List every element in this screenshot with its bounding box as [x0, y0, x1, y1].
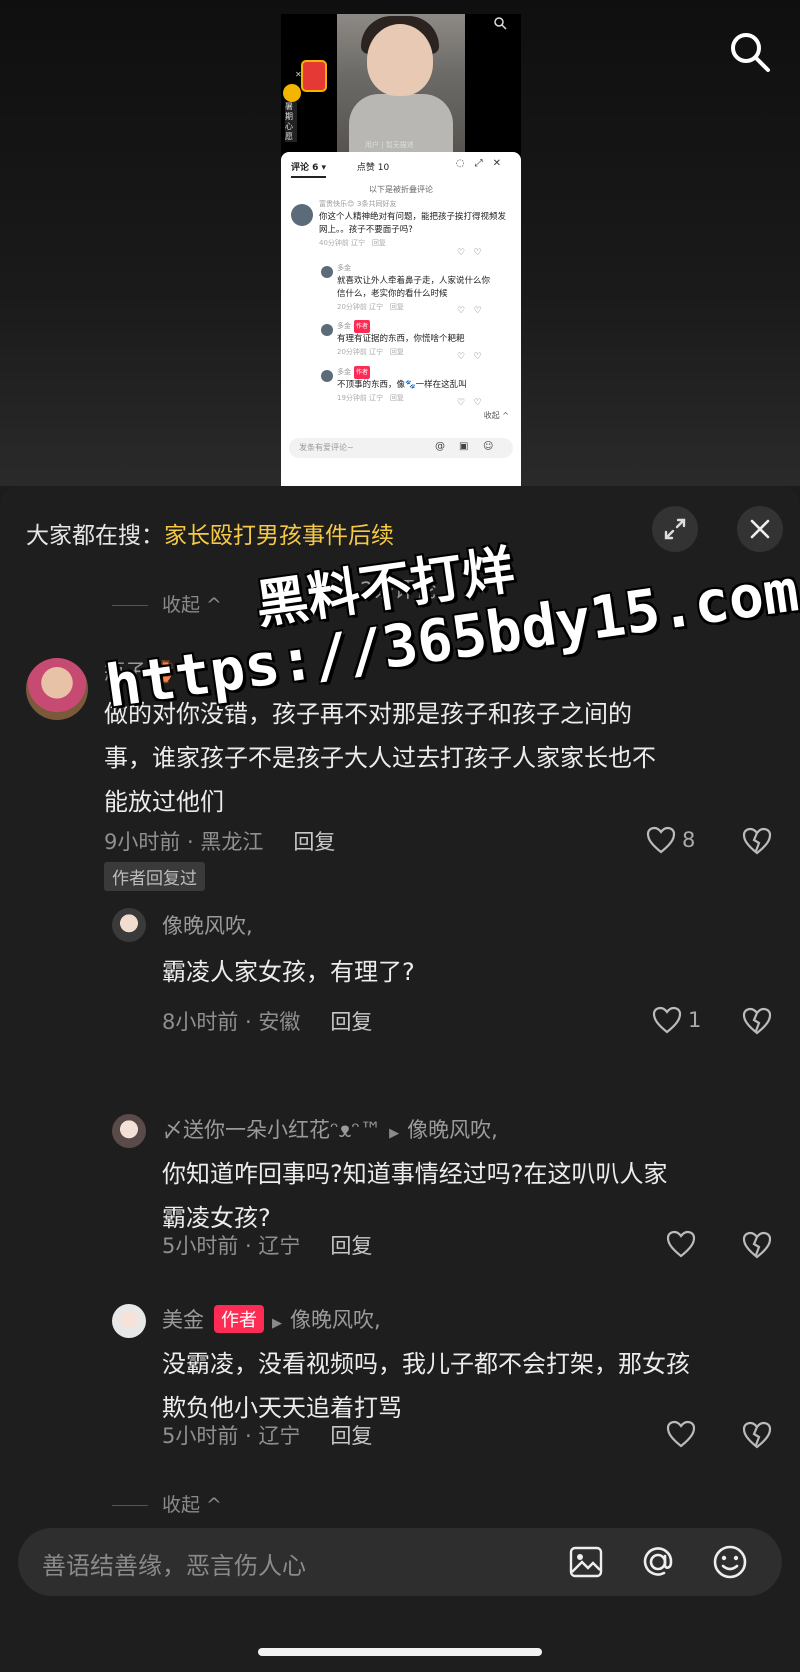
comment-text: 没霸凌，没看视频吗，我儿子都不会打架，那女孩 欺负他小天天追着打骂: [162, 1350, 690, 1422]
avatar[interactable]: [26, 658, 88, 720]
heart-icon: ♡ ♡: [457, 352, 482, 362]
avatar: [283, 84, 301, 102]
close-icon: ✕: [295, 70, 302, 79]
comment-username[interactable]: 瓶子 🏺: [104, 656, 179, 686]
heart-icon: ♡ ♡: [457, 306, 482, 316]
avatar: [321, 266, 333, 278]
reply-button[interactable]: 回复: [330, 1010, 372, 1034]
reply-button[interactable]: 回复: [330, 1234, 372, 1258]
embedded-comment-panel: 评论 6 ▾ 点赞 10 ◌⤢✕ 以下是被折叠评论 富贵快乐😊 3条共同好友 你…: [281, 152, 521, 486]
video-area[interactable]: 用户 | 暂无描述 ✕ 暑期心愿 评论 6 ▾ 点赞 10 ◌⤢✕ 以下是被折叠…: [0, 0, 800, 486]
search-icon: [494, 17, 507, 30]
tab-likes: 点赞 10: [356, 163, 390, 173]
panel-icons: ◌⤢✕: [455, 158, 511, 169]
comment-meta: 5小时前 · 辽宁 回复: [162, 1424, 373, 1448]
embedded-screenshot: 用户 | 暂无描述 ✕ 暑期心愿 评论 6 ▾ 点赞 10 ◌⤢✕ 以下是被折叠…: [281, 14, 521, 486]
at-icon[interactable]: [638, 1542, 678, 1582]
home-indicator[interactable]: [258, 1648, 542, 1656]
heart-icon: [666, 1420, 696, 1448]
author-tag: 作者: [214, 1305, 264, 1333]
folded-notice: 以下是被折叠评论: [369, 185, 433, 194]
like-button[interactable]: [666, 1420, 696, 1450]
image-icon: ▣: [459, 441, 469, 452]
heart-icon: [646, 826, 676, 854]
close-icon: [750, 519, 770, 539]
like-count: 1: [688, 1008, 702, 1032]
reply-button[interactable]: 回复: [330, 1424, 372, 1448]
embed-comment-input: 发条有爱评论~ @ ▣ ☺: [289, 438, 513, 458]
avatar[interactable]: [112, 908, 146, 942]
video-frame: 用户 | 暂无描述: [337, 14, 465, 152]
collapse-link: 收起 ^: [483, 411, 509, 420]
dislike-icon[interactable]: [742, 1230, 772, 1260]
expand-button[interactable]: [652, 506, 698, 552]
close-button[interactable]: [737, 506, 783, 552]
search-icon[interactable]: [728, 30, 772, 74]
red-envelope-widget: ✕ 暑期心愿: [283, 48, 327, 142]
comment-meta: 9小时前 · 黑龙江 回复: [104, 830, 336, 854]
comment-meta: 5小时前 · 辽宁 回复: [162, 1234, 373, 1258]
author-replied-badge: 作者回复过: [104, 862, 205, 891]
like-button[interactable]: 1: [652, 1006, 701, 1036]
comment-text: 霸凌人家女孩，有理了?: [162, 958, 415, 986]
trending-search[interactable]: 大家都在搜：家长殴打男孩事件后续: [26, 516, 394, 550]
tab-comments: 评论 6 ▾: [291, 163, 327, 178]
emoji-icon[interactable]: [710, 1542, 750, 1582]
comment-text: 做的对你没错，孩子再不对那是孩子和孩子之间的 事，谁家孩子不是孩子大人过去打孩子…: [104, 700, 656, 816]
heart-icon: [666, 1230, 696, 1258]
like-button[interactable]: [666, 1230, 696, 1260]
comment-count: 2条评论: [360, 578, 437, 602]
reply-button[interactable]: 回复: [293, 830, 335, 854]
red-envelope-icon: [301, 60, 327, 92]
comment-text: 你知道咋回事吗?知道事情经过吗?在这叭叭人家 霸凌女孩?: [162, 1160, 668, 1232]
like-count: 8: [682, 828, 696, 852]
heart-icon: [652, 1006, 682, 1034]
heart-icon: ♡ ♡: [457, 398, 482, 408]
trend-keyword[interactable]: 家长殴打男孩事件后续: [164, 523, 394, 549]
comment-username[interactable]: 像晚风吹,: [162, 910, 253, 940]
heart-icon: ♡ ♡: [457, 248, 482, 258]
collapse-link[interactable]: 收起 ^: [112, 590, 222, 617]
embed-comment: 富贵快乐😊 3条共同好友 你这个人精神绝对有问题，能把孩子挨打得视频发网上。。孩…: [319, 200, 507, 247]
dislike-icon[interactable]: [742, 1006, 772, 1036]
trend-prefix: 大家都在搜：: [26, 523, 164, 549]
expand-icon: [664, 518, 686, 540]
emoji-icon: ☺: [483, 441, 494, 452]
avatar[interactable]: [112, 1304, 146, 1338]
comment-input-placeholder: 善语结善缘，恶言伤人心: [42, 1552, 306, 1580]
comment-meta: 8小时前 · 安徽 回复: [162, 1010, 373, 1034]
reply-arrow-icon: ▶: [389, 1126, 400, 1141]
avatar: [291, 204, 313, 226]
redpack-label: 暑期心愿: [285, 102, 297, 142]
comment-input[interactable]: 善语结善缘，恶言伤人心: [18, 1528, 782, 1596]
image-icon[interactable]: [566, 1542, 606, 1582]
avatar: [321, 324, 333, 336]
dislike-icon[interactable]: [742, 826, 772, 856]
like-button[interactable]: 8: [646, 826, 695, 856]
reply-arrow-icon: ▶: [272, 1316, 282, 1331]
comment-username[interactable]: 美金 作者 ▶ 像晚风吹,: [162, 1304, 381, 1334]
comment-username[interactable]: 〆送你一朵小红花ᵔᴥᵔ™ ▶ 像晚风吹,: [162, 1114, 498, 1144]
avatar[interactable]: [112, 1114, 146, 1148]
video-caption: 用户 | 暂无描述: [365, 141, 414, 149]
comment-sheet: 大家都在搜：家长殴打男孩事件后续 2条评论 收起 ^ 瓶子 🏺 做的对你没错，孩…: [0, 486, 800, 1672]
at-icon: @: [435, 441, 445, 452]
avatar: [321, 370, 333, 382]
collapse-link[interactable]: 收起 ^: [112, 1490, 222, 1517]
dislike-icon[interactable]: [742, 1420, 772, 1450]
